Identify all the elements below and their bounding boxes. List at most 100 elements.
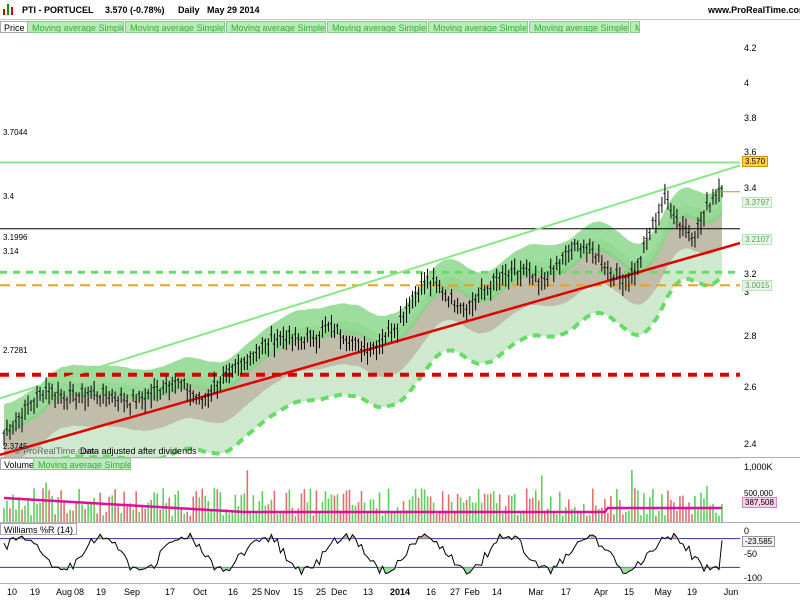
- volume-bar: [42, 488, 44, 522]
- volume-bar: [36, 503, 38, 522]
- volume-bar: [168, 497, 171, 522]
- volume-bar: [570, 508, 573, 522]
- volume-bar: [649, 497, 651, 522]
- williams-r-chart[interactable]: [0, 523, 740, 583]
- volume-bar: [354, 505, 357, 522]
- y-tick: 1,000K: [744, 462, 773, 472]
- ma-label-6[interactable]: Moving average Simple 20: [529, 21, 629, 33]
- volume-value-tag: 387,508: [742, 497, 777, 508]
- volume-bar: [60, 490, 62, 522]
- volume-bar: [285, 493, 288, 522]
- volume-bar: [486, 494, 489, 522]
- volume-bar: [664, 515, 666, 522]
- ma-label-7[interactable]: Moving average Simple 20: [630, 21, 640, 33]
- volume-chart[interactable]: [0, 458, 740, 522]
- panel-separator: [0, 583, 800, 584]
- volume-bar: [150, 499, 153, 522]
- volume-bar: [607, 512, 609, 522]
- ma-label-1[interactable]: Moving average Simple 20: [27, 21, 124, 33]
- volume-bar: [111, 495, 113, 522]
- volume-bar: [21, 509, 23, 522]
- volume-bar: [483, 493, 486, 522]
- volume-bar: [390, 512, 393, 522]
- volume-bar: [673, 502, 675, 522]
- volume-bar: [252, 495, 255, 522]
- volume-bar: [558, 491, 561, 522]
- x-label: 19: [29, 587, 41, 597]
- volume-bar: [534, 490, 537, 522]
- volume-bar: [18, 497, 20, 522]
- volume-bar: [540, 475, 543, 522]
- volume-bar: [528, 498, 531, 522]
- volume-bar: [54, 514, 56, 522]
- volume-bar: [619, 500, 621, 522]
- price-indicator-bar: Price Moving average Simple 20 Moving av…: [0, 20, 740, 33]
- x-label: Apr: [593, 587, 609, 597]
- volume-bar: [102, 515, 104, 522]
- y-tick: 3.2: [744, 269, 757, 279]
- volume-bar: [444, 512, 447, 522]
- site-link[interactable]: www.ProRealTime.com: [708, 5, 800, 15]
- volume-bar: [237, 506, 240, 522]
- ma-label-3[interactable]: Moving average Simple 20: [226, 21, 326, 33]
- band-tag-lower: 3.0015: [742, 280, 773, 291]
- volume-bar: [613, 514, 615, 522]
- level-label-3-1996: 3.1996: [3, 233, 28, 242]
- volume-bar: [297, 508, 300, 522]
- volume-bar: [640, 515, 642, 522]
- volume-bar: [282, 513, 285, 522]
- instrument-title: PTI - PORTUCEL: [22, 5, 94, 15]
- volume-bar: [63, 501, 65, 522]
- volume-bar: [706, 485, 708, 522]
- volume-bar: [447, 494, 450, 522]
- price-panel-label[interactable]: Price: [0, 21, 29, 33]
- volume-bar: [243, 493, 246, 522]
- volume-bar: [531, 497, 534, 522]
- volume-bar: [555, 514, 558, 522]
- volume-bar: [435, 513, 438, 522]
- volume-bar: [510, 495, 513, 522]
- volume-bar: [384, 511, 387, 522]
- price-chart[interactable]: [0, 33, 740, 457]
- volume-bar: [676, 510, 678, 522]
- x-label: Mar: [528, 587, 544, 597]
- volume-bar: [261, 491, 264, 522]
- williams-overbought-fill: [4, 533, 722, 539]
- y-tick: -50: [744, 549, 758, 559]
- volume-bar: [108, 496, 110, 522]
- volume-bar: [234, 494, 237, 522]
- volume-bar: [324, 491, 327, 522]
- volume-bar: [387, 488, 390, 522]
- volume-bar: [336, 494, 339, 522]
- x-label: 2014: [389, 587, 411, 597]
- x-label: 17: [560, 587, 572, 597]
- ma-label-5[interactable]: Moving average Simple 20: [428, 21, 528, 33]
- ma-label-2[interactable]: Moving average Simple 20: [125, 21, 225, 33]
- volume-bar: [592, 488, 594, 522]
- volume-bar: [123, 491, 125, 522]
- volume-bar: [48, 490, 50, 522]
- level-label-3-14: 3.14: [3, 247, 19, 256]
- y-tick: 2.8: [744, 331, 757, 341]
- ma-label-4[interactable]: Moving average Simple 20: [327, 21, 427, 33]
- volume-bar: [546, 508, 549, 522]
- volume-bar: [231, 511, 234, 522]
- volume-bar: [525, 488, 528, 522]
- y-tick: 0: [744, 526, 750, 536]
- level-label-resistance-channel: 3.7044: [3, 128, 28, 137]
- volume-bar: [375, 508, 378, 522]
- last-quote: 3.570 (-0.78%): [105, 5, 165, 15]
- volume-bar: [15, 509, 17, 522]
- volume-bar: [634, 488, 636, 522]
- volume-bar: [9, 508, 11, 522]
- volume-bar: [420, 488, 423, 522]
- volume-bar: [138, 512, 140, 522]
- volume-bar: [417, 497, 420, 522]
- x-label: 14: [491, 587, 503, 597]
- x-label: Jun: [723, 587, 739, 597]
- dividend-note: Data adjusted after dividends: [80, 446, 197, 456]
- x-label: 16: [425, 587, 437, 597]
- volume-bar: [595, 505, 597, 522]
- volume-bar: [3, 507, 5, 522]
- volume-bar: [288, 489, 291, 522]
